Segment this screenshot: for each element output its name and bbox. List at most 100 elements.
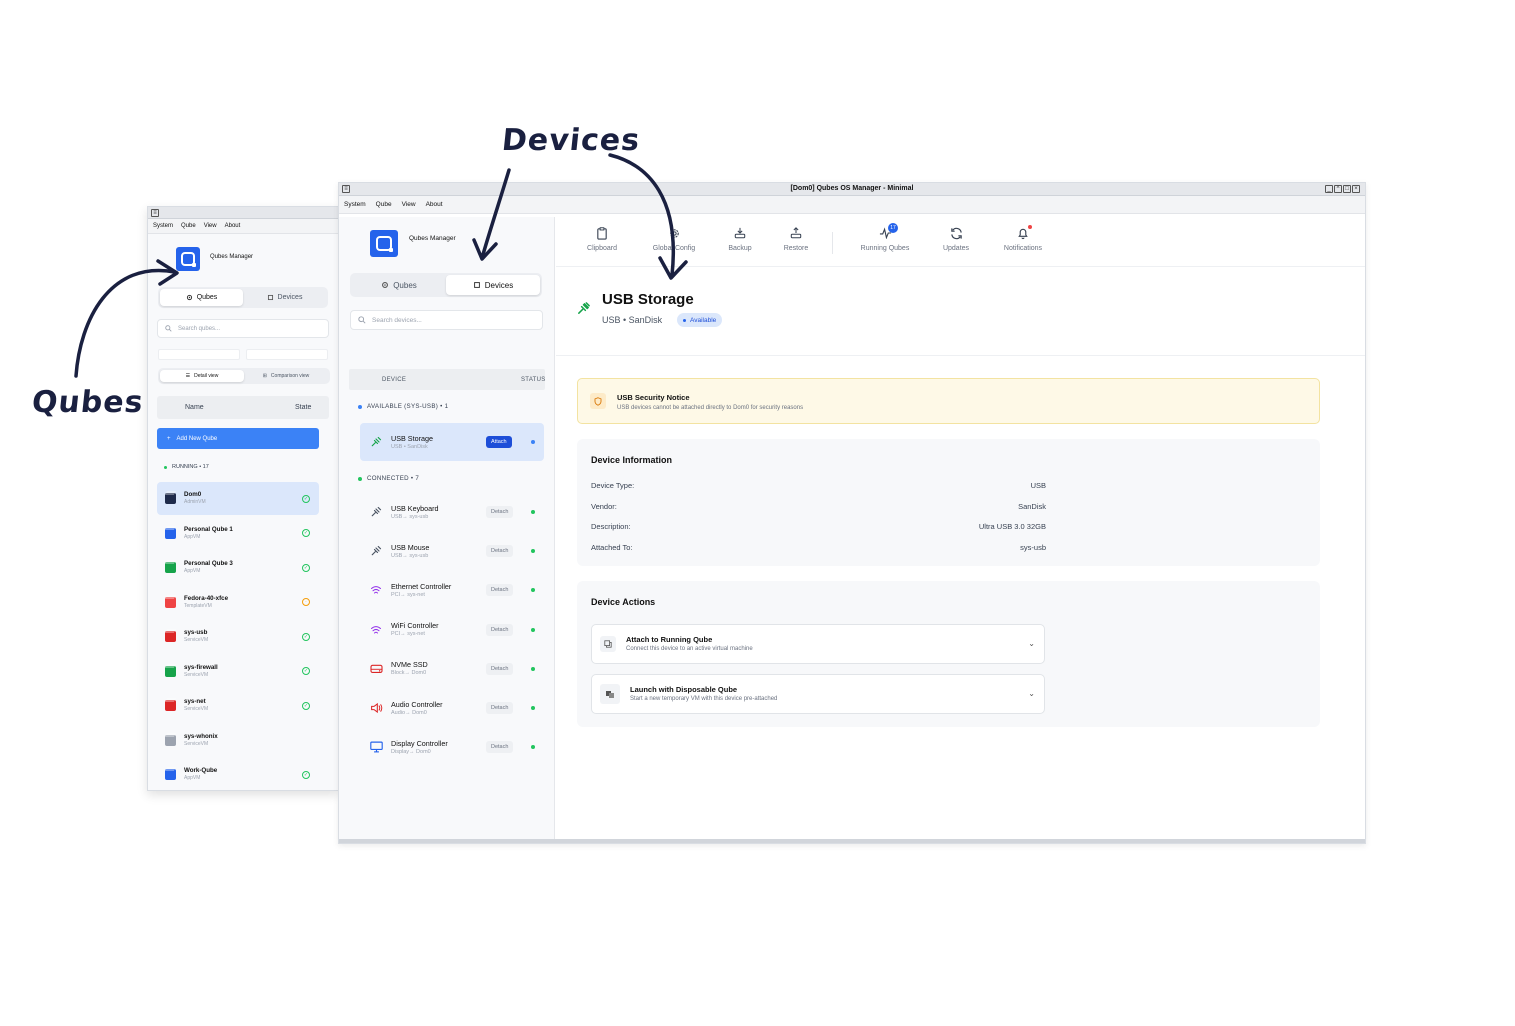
clipboard-icon (596, 226, 608, 240)
restore-icon (790, 226, 802, 240)
detach-button[interactable]: Detach (486, 506, 514, 518)
qube-cube-icon (165, 596, 176, 608)
tab-devices[interactable]: Devices (243, 289, 326, 306)
toolbar-running-qubes-button[interactable]: 17 Running Qubes (855, 223, 915, 252)
comparison-view-button[interactable]: ⊞ Comparison view (244, 370, 328, 382)
close-icon[interactable]: × (1352, 185, 1360, 193)
menu-qube[interactable]: Qube (181, 222, 196, 230)
detail-view-button[interactable]: ☰ Detail view (160, 370, 244, 382)
bell-icon (1017, 226, 1029, 240)
running-count-badge: 17 (888, 223, 898, 233)
device-row[interactable]: USB Keyboard USB→ sys-usb Detach (360, 493, 544, 531)
search-placeholder: Search devices... (372, 316, 422, 324)
device-row[interactable]: USB Storage USB • SanDisk Attach (360, 423, 544, 461)
maximize-icon[interactable]: □ (1343, 185, 1351, 193)
add-new-qube-button[interactable]: + Add New Qube (157, 428, 319, 449)
menu-about[interactable]: About (426, 201, 443, 209)
toolbar-updates-button[interactable]: Updates (926, 226, 986, 252)
bottom-scrollbar[interactable] (339, 839, 1365, 843)
device-row[interactable]: Audio Controller Audio→ Dom0 Detach (360, 689, 544, 727)
qube-row[interactable]: sys-net ServiceVM ✓ (157, 689, 319, 722)
chevron-down-icon[interactable]: ⌄ (1028, 689, 1035, 698)
qube-row[interactable]: Work-Qube AppVM ✓ (157, 758, 319, 790)
detach-button[interactable]: Detach (486, 623, 514, 636)
window-menu-icon[interactable]: ≡ (151, 208, 159, 217)
qube-row[interactable]: sys-usb ServiceVM ✓ (157, 620, 319, 653)
device-status-dot (531, 666, 535, 671)
qube-type: ServiceVM (184, 706, 209, 712)
qube-cube-icon (165, 734, 176, 746)
detach-button[interactable]: Detach (486, 741, 514, 754)
qube-row[interactable]: Dom0 AdminVM ✓ (157, 482, 319, 515)
qubes-annotation-label: Qubes (30, 385, 146, 420)
usb-plug-icon (576, 301, 591, 321)
menu-view[interactable]: View (402, 201, 416, 209)
device-status-dot (531, 706, 535, 710)
device-row[interactable]: Display Controller Display→ Dom0 Detach (360, 728, 544, 766)
toolbar-backup-button[interactable]: Backup (710, 226, 770, 252)
paused-status-icon: · (302, 598, 310, 606)
attach-button[interactable]: Attach (486, 436, 512, 448)
column-device[interactable]: DEVICE (382, 377, 406, 383)
filter-field-1[interactable] (158, 349, 240, 360)
monitor-icon (369, 740, 383, 754)
qube-cube-icon (165, 700, 176, 711)
qube-row[interactable]: Fedora-40-xfce TemplateVM · (157, 586, 319, 619)
device-name: USB Mouse (391, 542, 430, 552)
qube-row[interactable]: sys-whonix ServiceVM (157, 724, 319, 757)
toolbar-notifications-button[interactable]: Notifications (993, 225, 1053, 252)
device-row[interactable]: NVMe SSD Block→ Dom0 Detach (360, 650, 544, 688)
minimize-icon[interactable]: _ (1325, 185, 1333, 193)
search-devices-input[interactable]: Search devices... (350, 310, 543, 330)
menu-view[interactable]: View (204, 222, 217, 230)
device-row[interactable]: WiFi Controller PCI→ sys-net Detach (360, 611, 544, 649)
toolbar-global-config-button[interactable]: Global Config (644, 226, 704, 252)
comparison-view-label: Comparison view (270, 373, 310, 379)
column-state[interactable]: State (295, 404, 311, 411)
device-row[interactable]: Ethernet Controller PCI→ sys-net Detach (360, 571, 544, 609)
search-qubes-input[interactable]: Search qubes... (157, 319, 329, 338)
column-name[interactable]: Name (185, 404, 204, 411)
top-toolbar: Clipboard Global Config Backup Restore 17 Run… (556, 217, 1365, 267)
connected-dot (358, 476, 362, 481)
menu-about[interactable]: About (225, 222, 241, 230)
wifi-icon (369, 623, 383, 637)
info-label: Vendor: (591, 501, 617, 511)
attach-to-running-qube-action[interactable]: Attach to Running Qube Connect this devi… (591, 624, 1045, 664)
notice-title: USB Security Notice (617, 393, 690, 402)
detach-button[interactable]: Detach (486, 662, 514, 675)
menu-system[interactable]: System (153, 222, 173, 230)
running-check-icon: ✓ (302, 563, 310, 572)
shade-icon[interactable]: ^ (1334, 185, 1342, 193)
chevron-down-icon[interactable]: ⌄ (1028, 639, 1035, 648)
toolbar-clipboard-button[interactable]: Clipboard (572, 226, 632, 252)
qube-row[interactable]: sys-firewall ServiceVM ✓ (157, 655, 319, 688)
toolbar-restore-button[interactable]: Restore (766, 226, 826, 252)
view-switcher: Qubes Devices (350, 273, 542, 297)
qube-type: AppVM (184, 775, 201, 781)
qube-name: sys-whonix (184, 732, 218, 740)
tab-devices[interactable]: Devices (446, 275, 540, 295)
qubes-logo (176, 247, 200, 271)
device-status-dot (531, 627, 535, 632)
device-status-dot (531, 440, 535, 444)
qube-row[interactable]: Personal Qube 3 AppVM ✓ (157, 551, 319, 584)
tab-qubes[interactable]: Qubes (352, 275, 446, 295)
menu-system[interactable]: System (344, 201, 366, 209)
column-status[interactable]: STATUS (521, 377, 546, 383)
detach-button[interactable]: Detach (486, 545, 514, 558)
detach-button[interactable]: Detach (486, 584, 514, 597)
device-row[interactable]: USB Mouse USB→ sys-usb Detach (360, 532, 544, 570)
action-title: Launch with Disposable Qube (630, 684, 738, 694)
qube-type: ServiceVM (184, 637, 209, 643)
detach-button[interactable]: Detach (486, 702, 514, 714)
qube-name: Fedora-40-xfce (184, 594, 229, 602)
menu-qube[interactable]: Qube (376, 201, 392, 209)
qube-type: TemplateVM (184, 602, 212, 609)
qube-name: sys-usb (184, 629, 208, 636)
qube-row[interactable]: Personal Qube 1 AppVM ✓ (157, 517, 319, 550)
tab-qubes[interactable]: Qubes (160, 289, 243, 306)
filter-field-2[interactable] (246, 349, 328, 360)
device-sub: USB→ sys-usb (391, 513, 429, 520)
launch-with-disposable-qube-action[interactable]: Launch with Disposable Qube Start a new … (591, 674, 1045, 714)
